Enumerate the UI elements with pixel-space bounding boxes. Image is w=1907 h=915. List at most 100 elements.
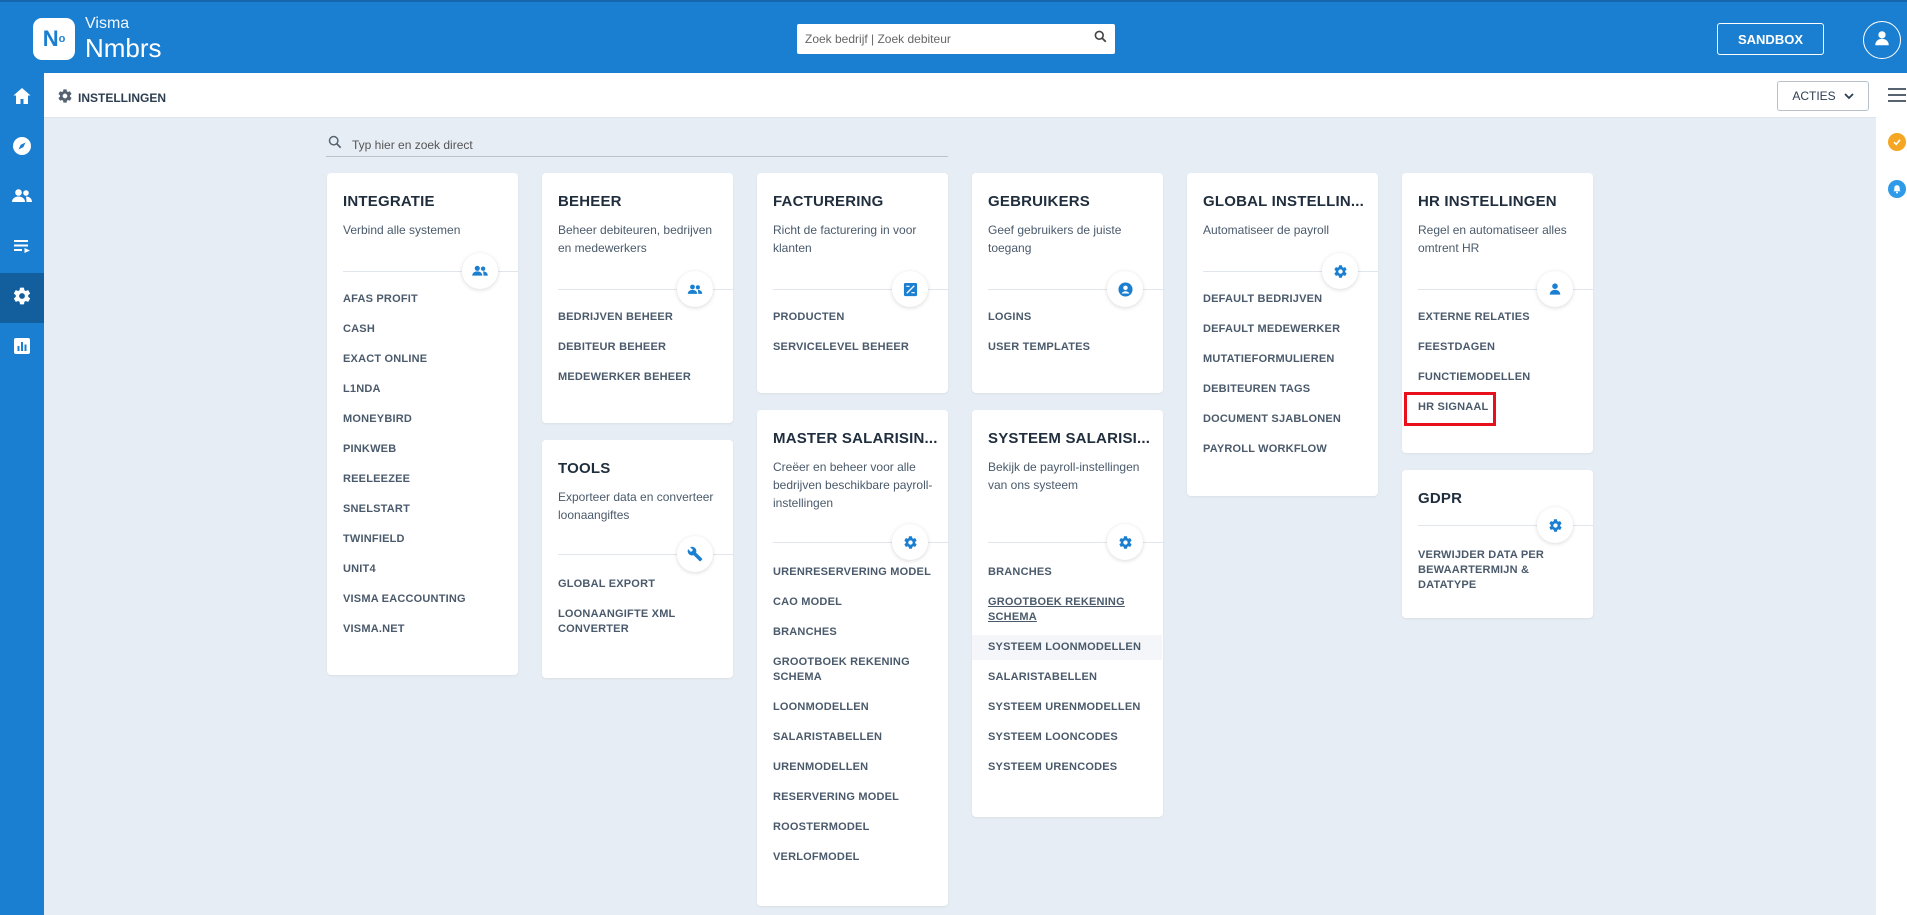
link-externe-relaties[interactable]: EXTERNE RELATIES <box>1418 310 1578 325</box>
link-urenmodellen[interactable]: URENMODELLEN <box>773 760 933 775</box>
link-visma-net[interactable]: VISMA.NET <box>343 622 503 637</box>
card-title: MASTER SALARISIN... <box>773 430 938 447</box>
link-l1nda[interactable]: L1NDA <box>343 382 503 397</box>
link-logins[interactable]: LOGINS <box>988 310 1148 325</box>
link-mutatieformulieren[interactable]: MUTATIEFORMULIEREN <box>1203 352 1363 367</box>
link-verlofmodel[interactable]: VERLOFMODEL <box>773 850 933 865</box>
link-functiemodellen[interactable]: FUNCTIEMODELLEN <box>1418 370 1578 385</box>
link-debiteuren-tags[interactable]: DEBITEUREN TAGS <box>1203 382 1363 397</box>
link-visma-eaccounting[interactable]: VISMA EACCOUNTING <box>343 592 503 607</box>
link-twinfield[interactable]: TWINFIELD <box>343 532 503 547</box>
link-reservering-model[interactable]: RESERVERING MODEL <box>773 790 933 805</box>
link-reeleezee[interactable]: REELEEZEE <box>343 472 503 487</box>
link-default-bedrijven[interactable]: DEFAULT BEDRIJVEN <box>1203 292 1363 307</box>
hamburger-menu-icon[interactable] <box>1888 88 1906 107</box>
card-links: GLOBAL EXPORT LOONAANGIFTE XML CONVERTER <box>558 577 718 652</box>
link-unit4[interactable]: UNIT4 <box>343 562 503 577</box>
link-systeem-urenmodellen[interactable]: SYSTEEM URENMODELLEN <box>988 700 1148 715</box>
home-icon <box>12 86 32 111</box>
card-title: GLOBAL INSTELLIN... <box>1203 193 1365 210</box>
card-integratie: INTEGRATIE Verbind alle systemen AFAS PR… <box>327 173 518 675</box>
search-icon[interactable] <box>1094 30 1107 48</box>
link-urenreservering-model[interactable]: URENRESERVERING MODEL <box>773 565 933 580</box>
sidebar-item-home[interactable] <box>0 73 44 123</box>
link-loonaangifte-xml-converter[interactable]: LOONAANGIFTE XML CONVERTER <box>558 607 718 637</box>
card-description: Geef gebruikers de juiste toegang <box>988 223 1122 255</box>
company-search <box>797 24 1115 54</box>
link-cao-model[interactable]: CAO MODEL <box>773 595 933 610</box>
card-title: INTEGRATIE <box>343 193 435 210</box>
link-debiteur-beheer[interactable]: DEBITEUR BEHEER <box>558 340 718 355</box>
sandbox-button[interactable]: SANDBOX <box>1717 23 1824 55</box>
link-pinkweb[interactable]: PINKWEB <box>343 442 503 457</box>
card-links: LOGINS USER TEMPLATES <box>988 310 1148 370</box>
link-exact-online[interactable]: EXACT ONLINE <box>343 352 503 367</box>
breadcrumb: INSTELLINGEN <box>57 88 166 107</box>
card-tools: TOOLS Exporteer data en converteer loona… <box>542 440 733 678</box>
company-search-input[interactable] <box>805 32 1094 46</box>
link-systeem-looncodes[interactable]: SYSTEEM LOONCODES <box>988 730 1148 745</box>
link-afas-profit[interactable]: AFAS PROFIT <box>343 292 503 307</box>
sidebar-item-explore[interactable] <box>0 123 44 173</box>
link-roostermodel[interactable]: ROOSTERMODEL <box>773 820 933 835</box>
card-gebruikers: GEBRUIKERS Geef gebruikers de juiste toe… <box>972 173 1163 393</box>
card-description: Regel en automatiseer alles omtrent HR <box>1418 223 1567 255</box>
logo-mark: N <box>42 26 59 51</box>
card-title: TOOLS <box>558 460 611 477</box>
link-default-medewerker[interactable]: DEFAULT MEDEWERKER <box>1203 322 1363 337</box>
link-medewerker-beheer[interactable]: MEDEWERKER BEHEER <box>558 370 718 385</box>
link-user-templates[interactable]: USER TEMPLATES <box>988 340 1148 355</box>
link-systeem-loonmodellen[interactable]: SYSTEEM LOONMODELLEN <box>972 635 1162 660</box>
settings-header: INSTELLINGEN ACTIES <box>44 73 1876 118</box>
card-title: HR INSTELLINGEN <box>1418 193 1557 210</box>
people-icon <box>11 186 33 211</box>
card-description: Creëer en beheer voor alle bedrijven bes… <box>773 460 933 510</box>
link-feestdagen[interactable]: FEESTDAGEN <box>1418 340 1578 355</box>
visma-logo[interactable]: No <box>33 18 75 60</box>
people-icon <box>462 253 498 289</box>
card-title: GEBRUIKERS <box>988 193 1091 210</box>
link-servicelevel-beheer[interactable]: SERVICELEVEL BEHEER <box>773 340 933 355</box>
link-global-export[interactable]: GLOBAL EXPORT <box>558 577 718 592</box>
link-salaristabellen[interactable]: SALARISTABELLEN <box>988 670 1148 685</box>
sidebar-item-settings[interactable] <box>0 273 44 323</box>
person-icon <box>1537 271 1573 307</box>
link-moneybird[interactable]: MONEYBIRD <box>343 412 503 427</box>
link-verwijder-data[interactable]: VERWIJDER DATA PER BEWAARTERMIJN & DATAT… <box>1418 548 1578 593</box>
card-title: FACTURERING <box>773 193 884 210</box>
list-icon <box>12 236 32 261</box>
people-icon <box>677 271 713 307</box>
card-gdpr: GDPR VERWIJDER DATA PER BEWAARTERMIJN & … <box>1402 470 1593 618</box>
actions-dropdown[interactable]: ACTIES <box>1777 81 1869 111</box>
brand-line-1: Visma <box>85 15 130 32</box>
link-loonmodellen[interactable]: LOONMODELLEN <box>773 700 933 715</box>
card-links: PRODUCTEN SERVICELEVEL BEHEER <box>773 310 933 370</box>
card-links: BRANCHES GROOTBOEK REKENING SCHEMA SYSTE… <box>972 565 1162 790</box>
user-icon <box>1873 29 1891 52</box>
link-branches[interactable]: BRANCHES <box>773 625 933 640</box>
card-title: GDPR <box>1418 490 1463 507</box>
link-producten[interactable]: PRODUCTEN <box>773 310 933 325</box>
settings-search-input[interactable] <box>352 137 948 152</box>
link-grootboek-rekening-schema[interactable]: GROOTBOEK REKENING SCHEMA <box>773 655 933 685</box>
link-systeem-urencodes[interactable]: SYSTEEM URENCODES <box>988 760 1148 775</box>
card-beheer: BEHEER Beheer debiteuren, bedrijven en m… <box>542 173 733 423</box>
sidebar-item-lists[interactable] <box>0 223 44 273</box>
tasks-check-icon[interactable] <box>1888 133 1906 151</box>
card-description: Bekijk de payroll-instellingen van ons s… <box>988 460 1140 492</box>
card-systeem-salarisinstellingen: SYSTEEM SALARISI... Bekijk de payroll-in… <box>972 410 1163 817</box>
link-document-sjablonen[interactable]: DOCUMENT SJABLONEN <box>1203 412 1363 427</box>
gear-icon <box>12 286 32 311</box>
link-cash[interactable]: CASH <box>343 322 503 337</box>
user-menu-button[interactable] <box>1863 21 1901 59</box>
link-snelstart[interactable]: SNELSTART <box>343 502 503 517</box>
card-description: Beheer debiteuren, bedrijven en medewerk… <box>558 223 713 255</box>
link-branches[interactable]: BRANCHES <box>988 565 1148 580</box>
notification-bell-icon[interactable] <box>1888 180 1906 198</box>
sidebar-item-employees[interactable] <box>0 173 44 223</box>
link-bedrijven-beheer[interactable]: BEDRIJVEN BEHEER <box>558 310 718 325</box>
link-payroll-workflow[interactable]: PAYROLL WORKFLOW <box>1203 442 1363 457</box>
sidebar-item-reports[interactable] <box>0 323 44 373</box>
link-grootboek-rekening-schema[interactable]: GROOTBOEK REKENING SCHEMA <box>988 595 1148 625</box>
link-salaristabellen[interactable]: SALARISTABELLEN <box>773 730 933 745</box>
